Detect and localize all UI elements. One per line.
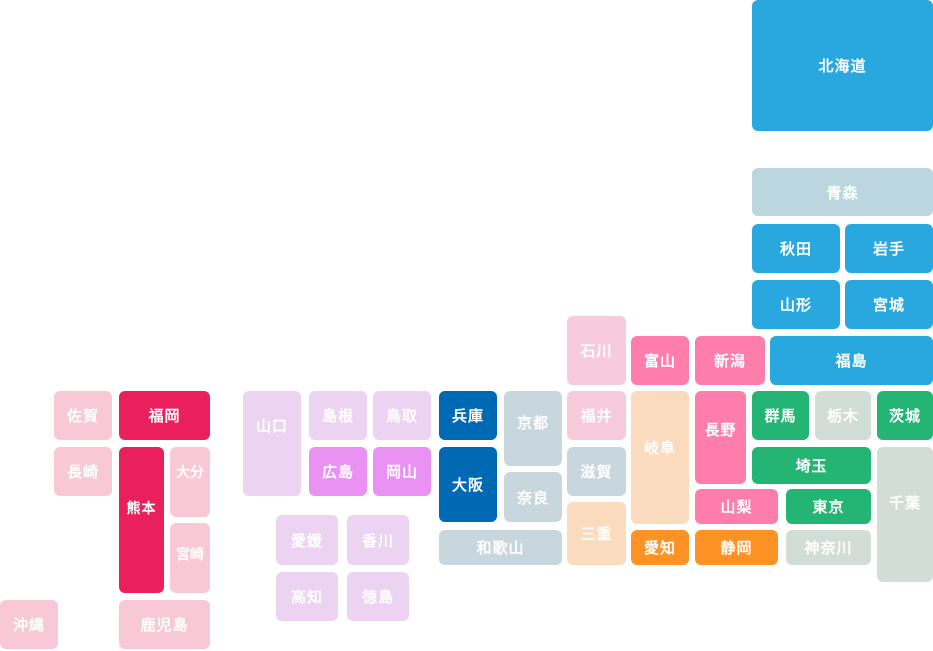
prefecture-label: 山梨 bbox=[720, 498, 753, 516]
prefecture-label: 北海道 bbox=[818, 57, 867, 75]
prefecture-tile-shimane[interactable]: 島根 bbox=[309, 391, 367, 440]
japan-prefecture-map: 北海道青森秋田 岩手山形 宮城福島 新潟 富山 石川福井岐阜 長野山梨静岡 愛知 三重 滋賀 群馬 栃… bbox=[0, 0, 933, 651]
prefecture-label: 三重 bbox=[580, 525, 613, 543]
prefecture-label: 茨城 bbox=[888, 407, 921, 425]
prefecture-tile-ibaraki[interactable]: 茨城 bbox=[877, 391, 933, 440]
prefecture-tile-yamagata[interactable]: 山形 bbox=[752, 280, 840, 329]
prefecture-label: 山口 bbox=[255, 417, 288, 435]
prefecture-label: 兵庫 bbox=[451, 407, 484, 425]
prefecture-tile-fukuoka[interactable]: 福岡 bbox=[119, 391, 210, 440]
prefecture-tile-hokkaido[interactable]: 北海道 bbox=[752, 0, 933, 131]
prefecture-tile-kumamoto[interactable]: 熊本 bbox=[119, 447, 164, 593]
prefecture-tile-fukushima[interactable]: 福島 bbox=[770, 336, 933, 385]
prefecture-label: 熊本 bbox=[126, 501, 157, 517]
prefecture-label: 大分 bbox=[176, 465, 204, 481]
prefecture-tile-tottori[interactable]: 鳥取 bbox=[373, 391, 431, 440]
prefecture-tile-kagawa[interactable]: 香川 bbox=[347, 515, 409, 565]
prefecture-tile-kyoto[interactable]: 京都 bbox=[504, 391, 562, 466]
prefecture-tile-mie[interactable]: 三重 bbox=[567, 502, 626, 565]
prefecture-label: 東京 bbox=[812, 498, 845, 516]
prefecture-label: 愛媛 bbox=[290, 531, 323, 550]
prefecture-tile-saga[interactable]: 佐賀 bbox=[54, 391, 112, 440]
prefecture-tile-hiroshima[interactable]: 広島 bbox=[309, 447, 367, 496]
prefecture-label: 鳥取 bbox=[385, 407, 418, 425]
prefecture-label: 宮城 bbox=[872, 296, 905, 314]
prefecture-label: 岩手 bbox=[872, 240, 905, 258]
prefecture-tile-tochigi[interactable]: 栃木 bbox=[815, 391, 871, 440]
prefecture-label: 島根 bbox=[321, 407, 354, 425]
prefecture-label: 石川 bbox=[580, 342, 613, 360]
prefecture-tile-miyagi[interactable]: 宮城 bbox=[845, 280, 933, 329]
prefecture-tile-chiba[interactable]: 千葉 bbox=[877, 447, 933, 582]
prefecture-tile-shiga[interactable]: 滋賀 bbox=[567, 447, 626, 496]
prefecture-tile-nara[interactable]: 奈良 bbox=[504, 472, 562, 522]
prefecture-label: 岡山 bbox=[385, 463, 418, 481]
prefecture-tile-kagoshima[interactable]: 鹿児島 bbox=[119, 600, 210, 649]
prefecture-tile-nagano[interactable]: 長野 bbox=[695, 391, 746, 484]
prefecture-label: 広島 bbox=[321, 463, 354, 481]
prefecture-label: 群馬 bbox=[764, 407, 797, 425]
prefecture-tile-akita[interactable]: 秋田 bbox=[752, 224, 840, 273]
prefecture-tile-aomori[interactable]: 青森 bbox=[752, 168, 933, 216]
prefecture-label: 神奈川 bbox=[804, 539, 853, 557]
prefecture-tile-oita[interactable]: 大分 bbox=[170, 447, 210, 517]
prefecture-tile-aichi[interactable]: 愛知 bbox=[631, 530, 689, 565]
prefecture-label: 大阪 bbox=[451, 476, 484, 494]
prefecture-tile-nagasaki[interactable]: 長崎 bbox=[54, 447, 112, 496]
prefecture-label: 長野 bbox=[704, 421, 737, 439]
prefecture-label: 奈良 bbox=[516, 488, 549, 507]
prefecture-tile-okinawa[interactable]: 沖縄 bbox=[0, 600, 58, 649]
prefecture-label: 福岡 bbox=[148, 407, 181, 425]
prefecture-label: 埼玉 bbox=[795, 457, 828, 475]
prefecture-label: 栃木 bbox=[826, 407, 859, 425]
prefecture-label: 長崎 bbox=[66, 463, 99, 481]
prefecture-label: 高知 bbox=[290, 588, 323, 606]
prefecture-label: 香川 bbox=[361, 531, 394, 550]
prefecture-tile-toyama[interactable]: 富山 bbox=[631, 336, 689, 385]
prefecture-label: 山形 bbox=[779, 296, 812, 314]
prefecture-label: 鹿児島 bbox=[140, 616, 189, 634]
prefecture-label: 岐阜 bbox=[643, 439, 676, 457]
prefecture-tile-gifu[interactable]: 岐阜 bbox=[631, 391, 689, 524]
prefecture-tile-shizuoka[interactable]: 静岡 bbox=[695, 530, 778, 565]
prefecture-tile-yamaguchi[interactable]: 山口 bbox=[243, 391, 301, 496]
prefecture-label: 佐賀 bbox=[66, 407, 99, 425]
prefecture-tile-yamanashi[interactable]: 山梨 bbox=[695, 489, 778, 524]
prefecture-label: 愛知 bbox=[643, 539, 676, 557]
prefecture-label: 青森 bbox=[826, 183, 859, 202]
prefecture-label: 秋田 bbox=[779, 240, 812, 258]
prefecture-label: 宮崎 bbox=[176, 547, 204, 563]
prefecture-label: 富山 bbox=[643, 352, 676, 370]
prefecture-tile-miyazaki[interactable]: 宮崎 bbox=[170, 523, 210, 593]
prefecture-tile-iwate[interactable]: 岩手 bbox=[845, 224, 933, 273]
prefecture-tile-fukui[interactable]: 福井 bbox=[567, 391, 626, 440]
prefecture-tile-gunma[interactable]: 群馬 bbox=[752, 391, 809, 440]
prefecture-tile-saitama[interactable]: 埼玉 bbox=[752, 447, 871, 484]
prefecture-label: 福島 bbox=[835, 352, 868, 370]
prefecture-tile-ehime[interactable]: 愛媛 bbox=[276, 515, 338, 565]
prefecture-label: 新潟 bbox=[713, 352, 746, 370]
prefecture-tile-okayama[interactable]: 岡山 bbox=[373, 447, 431, 496]
prefecture-tile-kochi[interactable]: 高知 bbox=[276, 572, 338, 621]
prefecture-tile-tokushima[interactable]: 徳島 bbox=[347, 572, 409, 621]
prefecture-label: 福井 bbox=[580, 407, 613, 425]
prefecture-tile-ishikawa[interactable]: 石川 bbox=[567, 316, 626, 385]
prefecture-tile-hyogo[interactable]: 兵庫 bbox=[439, 391, 497, 440]
prefecture-label: 静岡 bbox=[720, 539, 753, 557]
prefecture-label: 和歌山 bbox=[476, 539, 525, 557]
prefecture-label: 沖縄 bbox=[12, 616, 45, 634]
prefecture-label: 千葉 bbox=[888, 494, 921, 512]
prefecture-label: 滋賀 bbox=[580, 463, 613, 481]
prefecture-tile-wakayama[interactable]: 和歌山 bbox=[439, 530, 562, 565]
prefecture-tile-osaka[interactable]: 大阪 bbox=[439, 447, 497, 522]
prefecture-tile-kanagawa[interactable]: 神奈川 bbox=[786, 530, 871, 565]
prefecture-label: 徳島 bbox=[361, 588, 394, 606]
prefecture-tile-niigata[interactable]: 新潟 bbox=[695, 336, 765, 385]
prefecture-tile-tokyo[interactable]: 東京 bbox=[786, 489, 871, 524]
prefecture-label: 京都 bbox=[516, 414, 549, 432]
